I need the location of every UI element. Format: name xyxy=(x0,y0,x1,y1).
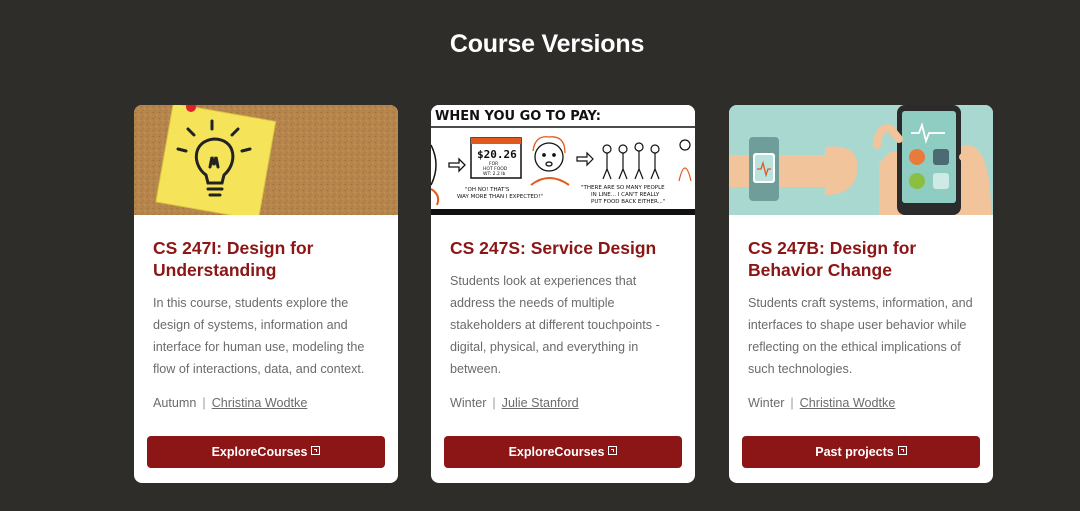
meta-divider: | xyxy=(492,396,496,410)
external-link-icon xyxy=(311,446,321,455)
meta-divider: | xyxy=(202,396,206,410)
course-meta: Autumn | Christina Wodtke xyxy=(153,395,381,411)
past-projects-button[interactable]: Past projects xyxy=(742,436,980,468)
course-card: CS 247B: Design for Behavior Change Stud… xyxy=(729,105,993,483)
smartwatch-phone-image xyxy=(729,105,993,215)
external-link-icon xyxy=(897,446,907,455)
course-description: Students look at experiences that addres… xyxy=(450,274,660,376)
comic-quote: "THERE ARE SO MANY PEOPLE xyxy=(581,185,665,191)
course-term: Winter xyxy=(450,396,487,410)
explore-courses-button[interactable]: ExploreCourses xyxy=(444,436,682,468)
explore-courses-button[interactable]: ExploreCourses xyxy=(147,436,385,468)
instructor-link[interactable]: Christina Wodtke xyxy=(212,396,308,410)
lightbulb-sticky-note-image xyxy=(134,105,398,215)
external-link-icon xyxy=(608,446,618,455)
comic-headline: WHEN YOU GO TO PAY: xyxy=(435,109,601,124)
course-card: WHEN YOU GO TO PAY: $20.26 FOR HOT FOOD … xyxy=(431,105,695,483)
course-description: In this course, students explore the des… xyxy=(153,296,365,376)
instructor-link[interactable]: Christina Wodtke xyxy=(800,396,896,410)
button-label: Past projects xyxy=(815,445,894,459)
comic-line: WT: 2.2 lb xyxy=(483,171,505,177)
button-label: ExploreCourses xyxy=(508,445,605,459)
comic-price: $20.26 xyxy=(477,148,517,161)
smartwatch-phone-icon xyxy=(729,105,993,215)
comic-quote: IN LINE... I CAN'T REALLY xyxy=(591,192,660,198)
course-title: CS 247B: Design for Behavior Change xyxy=(748,238,917,280)
course-term: Autumn xyxy=(153,396,197,410)
course-title: CS 247S: Service Design xyxy=(450,238,657,258)
course-term: Winter xyxy=(748,396,785,410)
comic-quote: "OH NO! THAT'S xyxy=(465,187,510,193)
lightbulb-sticky-note-icon xyxy=(134,105,398,215)
course-cards: CS 247I: Design for Understanding In thi… xyxy=(134,105,994,483)
button-label: ExploreCourses xyxy=(211,445,308,459)
comic-quote: WAY MORE THAN I EXPECTED!" xyxy=(457,194,543,200)
course-title: CS 247I: Design for Understanding xyxy=(153,238,314,280)
course-meta: Winter | Christina Wodtke xyxy=(748,395,976,411)
course-description: Students craft systems, information, and… xyxy=(748,296,973,376)
instructor-link[interactable]: Julie Stanford xyxy=(502,396,579,410)
sketch-comic-image: WHEN YOU GO TO PAY: $20.26 FOR HOT FOOD … xyxy=(431,105,695,215)
meta-divider: | xyxy=(790,396,794,410)
course-card: CS 247I: Design for Understanding In thi… xyxy=(134,105,398,483)
course-meta: Winter | Julie Stanford xyxy=(450,395,678,411)
section-title: Course Versions xyxy=(449,30,645,58)
sketch-comic-icon: WHEN YOU GO TO PAY: $20.26 FOR HOT FOOD … xyxy=(431,105,695,215)
comic-quote: PUT FOOD BACK EITHER..." xyxy=(591,199,665,205)
